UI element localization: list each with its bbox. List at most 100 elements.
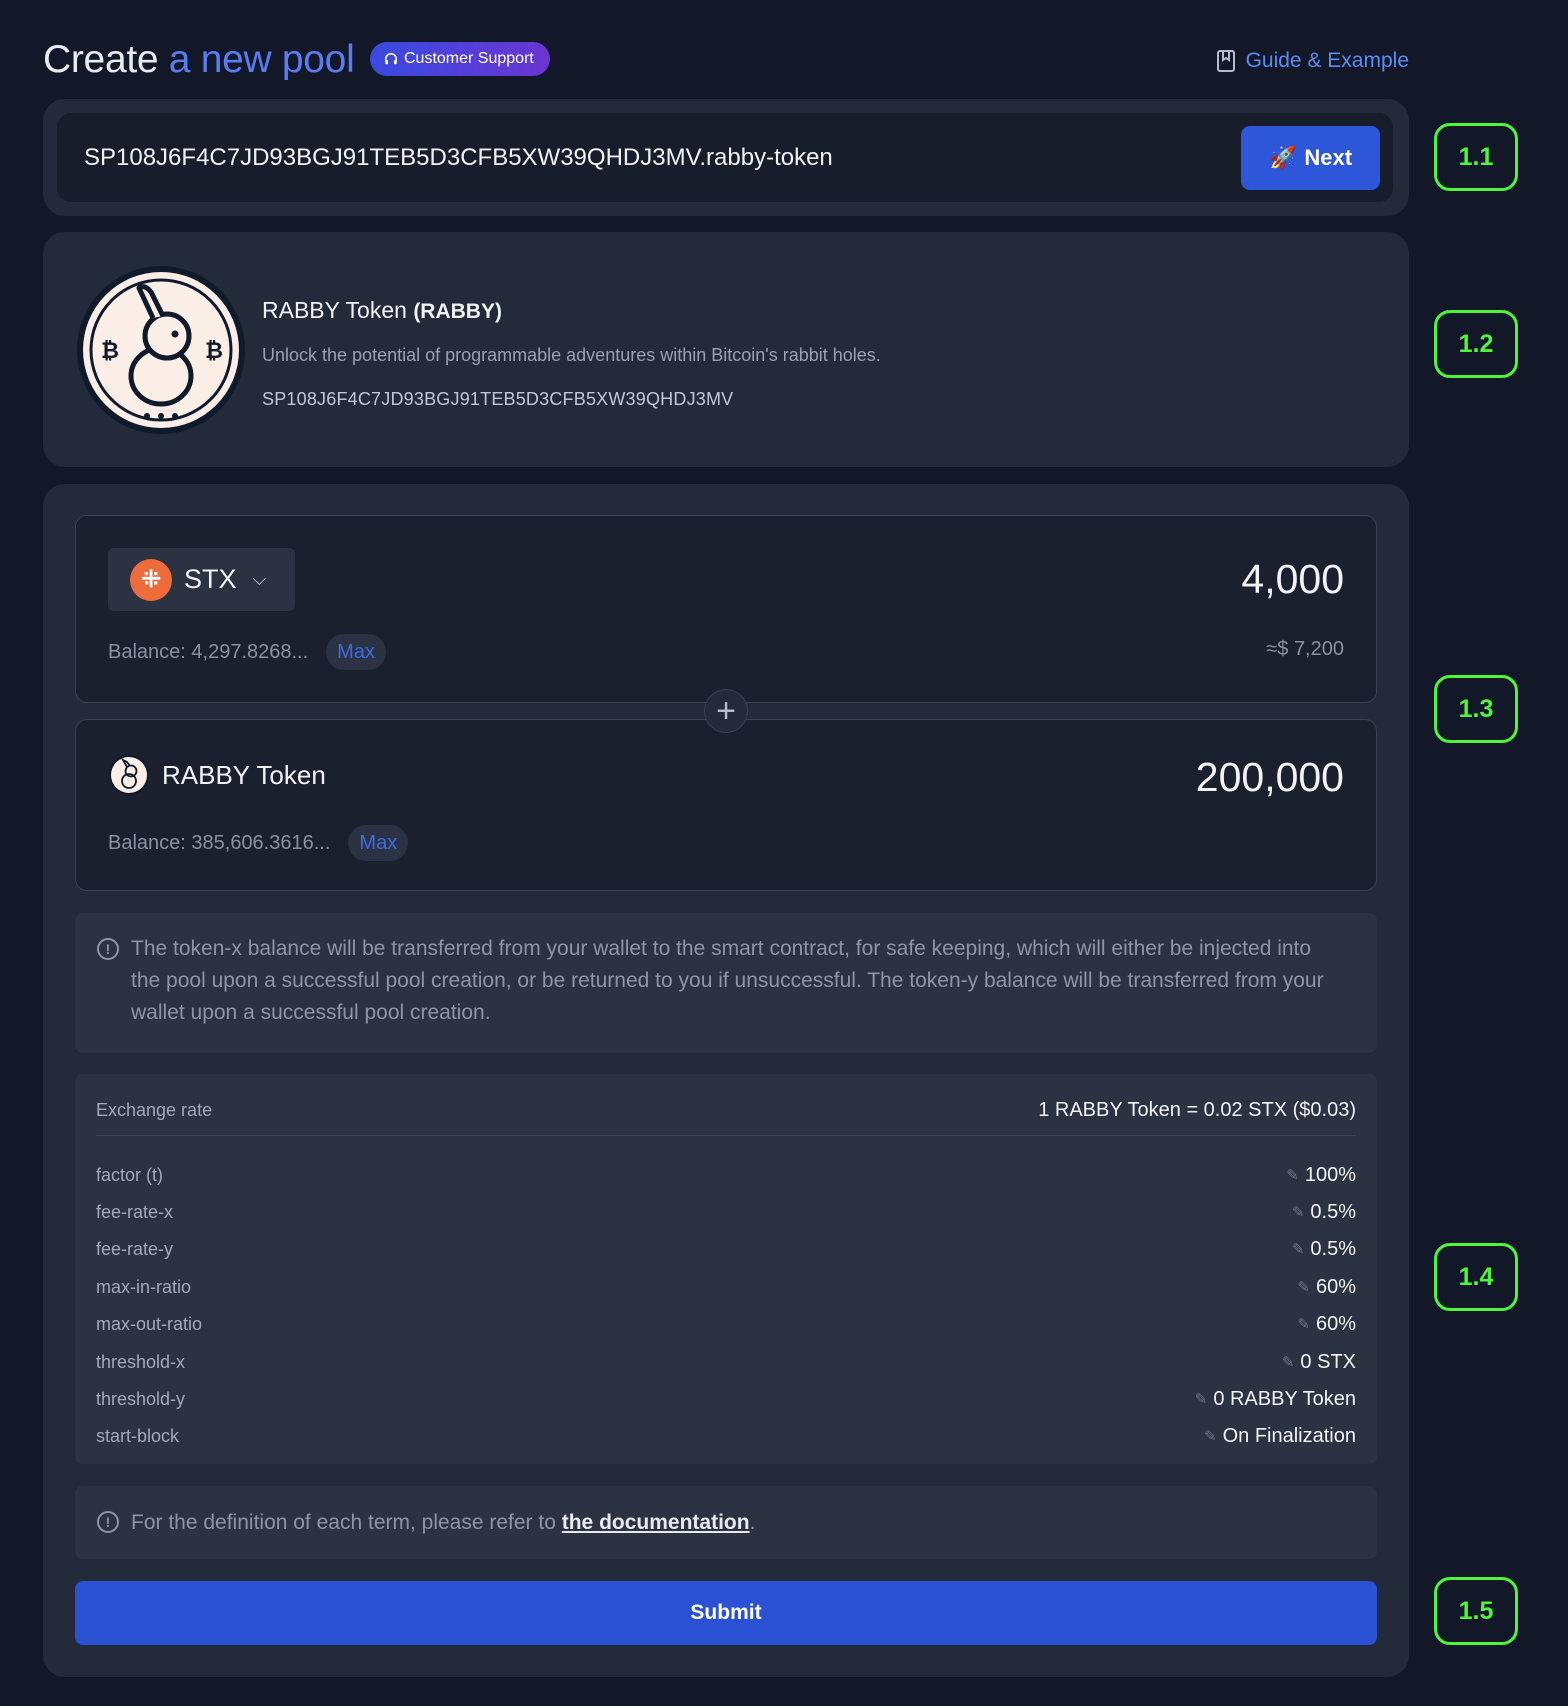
pool-parameters: Exchange rate 1 RABBY Token = 0.02 STX (… <box>75 1074 1377 1464</box>
pencil-icon: ✎ <box>1204 1428 1217 1445</box>
token-x-balance: Balance: 4,297.8268... <box>108 640 309 663</box>
param-edit-max-out-ratio[interactable]: ✎ 60% <box>1297 1313 1356 1336</box>
rabby-token-icon <box>109 755 149 795</box>
next-button[interactable]: 🚀 Next <box>1241 126 1380 190</box>
svg-text:₿: ₿ <box>205 339 223 364</box>
token-x-max-button[interactable]: Max <box>326 634 386 670</box>
documentation-link[interactable]: the documentation <box>562 1511 750 1534</box>
exchange-rate-row: Exchange rate 1 RABBY Token = 0.02 STX (… <box>96 1092 1356 1136</box>
exchange-rate-value: 1 RABBY Token = 0.02 STX ($0.03) <box>1038 1099 1356 1121</box>
exchange-rate-label: Exchange rate <box>96 1100 213 1120</box>
token-x-usd-value: ≈$ 7,200 <box>1266 638 1344 660</box>
param-row-threshold-x: threshold-x ✎ 0 STX <box>96 1347 1356 1377</box>
param-edit-threshold-x[interactable]: ✎ 0 STX <box>1282 1351 1356 1374</box>
token-x-amount-input[interactable]: 4,000 <box>1241 556 1344 603</box>
pool-form-card: ⁜ STX ⌵ 4,000 Balance: 4,297.8268... Max… <box>43 484 1409 1677</box>
param-edit-fee-rate-x[interactable]: ✎ 0.5% <box>1292 1201 1356 1224</box>
param-row-max-in-ratio: max-in-ratio ✎ 60% <box>96 1272 1356 1302</box>
token-x-selector[interactable]: ⁜ STX ⌵ <box>108 548 295 611</box>
param-value: On Finalization <box>1222 1424 1356 1447</box>
pencil-icon: ✎ <box>1291 1241 1305 1258</box>
next-button-label: Next <box>1304 145 1353 170</box>
token-name-text: RABBY Token <box>262 297 407 323</box>
page-header: Create a new pool Customer Support Guide… <box>43 36 1409 84</box>
guide-link-label: Guide & Example <box>1245 49 1409 72</box>
param-row-fee-rate-x: fee-rate-x ✎ 0.5% <box>96 1197 1356 1227</box>
documentation-notice-suffix: . <box>749 1511 756 1534</box>
step-badge-1-5: 1.5 <box>1434 1577 1518 1645</box>
transfer-notice-text: The token-x balance will be transferred … <box>131 937 1324 1024</box>
token-address: SP108J6F4C7JD93BGJ91TEB5D3CFB5XW39QHDJ3M… <box>262 389 734 409</box>
rabby-token-logo: ₿ ₿ <box>77 266 245 434</box>
headset-icon <box>384 53 398 65</box>
param-value: 0 RABBY Token <box>1213 1387 1356 1410</box>
documentation-notice-text: For the definition of each term, please … <box>131 1511 562 1534</box>
param-value: 0 STX <box>1300 1350 1356 1373</box>
contract-address-input[interactable]: SP108J6F4C7JD93BGJ91TEB5D3CFB5XW39QHDJ3M… <box>57 113 1393 202</box>
param-label: max-out-ratio <box>96 1313 203 1334</box>
step-badge-1-2: 1.2 <box>1434 310 1518 378</box>
documentation-notice: ! For the definition of each term, pleas… <box>75 1486 1377 1559</box>
param-edit-start-block[interactable]: ✎ On Finalization <box>1204 1425 1356 1448</box>
token-y-amount-input[interactable]: 200,000 <box>1196 754 1344 801</box>
param-edit-threshold-y[interactable]: ✎ 0 RABBY Token <box>1195 1388 1356 1411</box>
param-row-max-out-ratio: max-out-ratio ✎ 60% <box>96 1309 1356 1339</box>
transfer-notice: ! The token-x balance will be transferre… <box>75 913 1377 1053</box>
token-x-box: ⁜ STX ⌵ 4,000 Balance: 4,297.8268... Max… <box>75 515 1377 703</box>
customer-support-label: Customer Support <box>404 50 534 67</box>
param-row-fee-rate-y: fee-rate-y ✎ 0.5% <box>96 1234 1356 1264</box>
step-badge-1-1: 1.1 <box>1434 123 1518 191</box>
token-y-box: RABBY Token 200,000 Balance: 385,606.361… <box>75 719 1377 891</box>
contract-address-value: SP108J6F4C7JD93BGJ91TEB5D3CFB5XW39QHDJ3M… <box>84 144 833 171</box>
pencil-icon: ✎ <box>1297 1279 1310 1296</box>
token-y-label: RABBY Token <box>162 759 326 790</box>
param-label: start-block <box>96 1425 180 1446</box>
token-x-symbol: STX <box>184 564 237 594</box>
param-edit-fee-rate-y[interactable]: ✎ 0.5% <box>1292 1238 1356 1261</box>
param-row-threshold-y: threshold-y ✎ 0 RABBY Token <box>96 1384 1356 1414</box>
pencil-icon: ✎ <box>1297 1316 1310 1333</box>
guide-link[interactable]: Guide & Example <box>1216 44 1409 78</box>
param-label: max-in-ratio <box>96 1276 192 1297</box>
stx-icon: ⁜ <box>130 558 172 601</box>
info-icon: ! <box>97 1511 119 1533</box>
param-label: fee-rate-y <box>96 1238 174 1259</box>
token-name: RABBY Token (RABBY) <box>262 294 502 328</box>
token-description: Unlock the potential of programmable adv… <box>262 345 881 365</box>
submit-button[interactable]: Submit <box>75 1581 1377 1645</box>
customer-support-button[interactable]: Customer Support <box>370 42 550 76</box>
page-title-text: Create <box>43 38 169 81</box>
param-row-factor: factor (t) ✎ 100% <box>96 1160 1356 1190</box>
param-label: fee-rate-x <box>96 1201 174 1222</box>
param-value: 60% <box>1315 1275 1356 1298</box>
param-label: threshold-y <box>96 1388 186 1409</box>
step-badge-1-4: 1.4 <box>1434 1243 1518 1311</box>
param-edit-factor[interactable]: ✎ 100% <box>1286 1164 1356 1187</box>
token-x-balance-row: Balance: 4,297.8268... Max <box>108 634 386 670</box>
param-value: 60% <box>1315 1312 1356 1335</box>
page-title: Create a new pool <box>43 36 355 84</box>
book-icon <box>1216 50 1235 72</box>
token-symbol: (RABBY) <box>413 300 502 323</box>
step-badge-1-3: 1.3 <box>1434 675 1518 743</box>
page-title-accent: a new pool <box>168 38 355 81</box>
pencil-icon: ✎ <box>1291 1204 1305 1221</box>
param-row-start-block: start-block ✎ On Finalization <box>96 1421 1356 1451</box>
token-y-balance: Balance: 385,606.3616... <box>108 831 331 854</box>
param-value: 0.5% <box>1310 1237 1356 1260</box>
svg-text:₿: ₿ <box>101 339 119 364</box>
param-value: 100% <box>1304 1163 1356 1186</box>
pencil-icon: ✎ <box>1281 1354 1295 1371</box>
token-y-balance-row: Balance: 385,606.3616... Max <box>108 825 409 861</box>
pencil-icon: ✎ <box>1194 1391 1208 1408</box>
plus-icon: + <box>704 689 748 733</box>
pencil-icon: ✎ <box>1286 1167 1299 1184</box>
rocket-icon: 🚀 <box>1268 145 1297 170</box>
token-y-name: RABBY Token <box>108 754 326 796</box>
param-value: 0.5% <box>1310 1200 1356 1223</box>
contract-address-card: SP108J6F4C7JD93BGJ91TEB5D3CFB5XW39QHDJ3M… <box>43 99 1409 216</box>
token-y-max-button[interactable]: Max <box>348 825 409 861</box>
param-edit-max-in-ratio[interactable]: ✎ 60% <box>1297 1276 1356 1299</box>
token-info-card: ₿ ₿ RABBY Token (RABBY) Unlock the poten… <box>43 232 1409 467</box>
param-label: threshold-x <box>96 1351 186 1372</box>
